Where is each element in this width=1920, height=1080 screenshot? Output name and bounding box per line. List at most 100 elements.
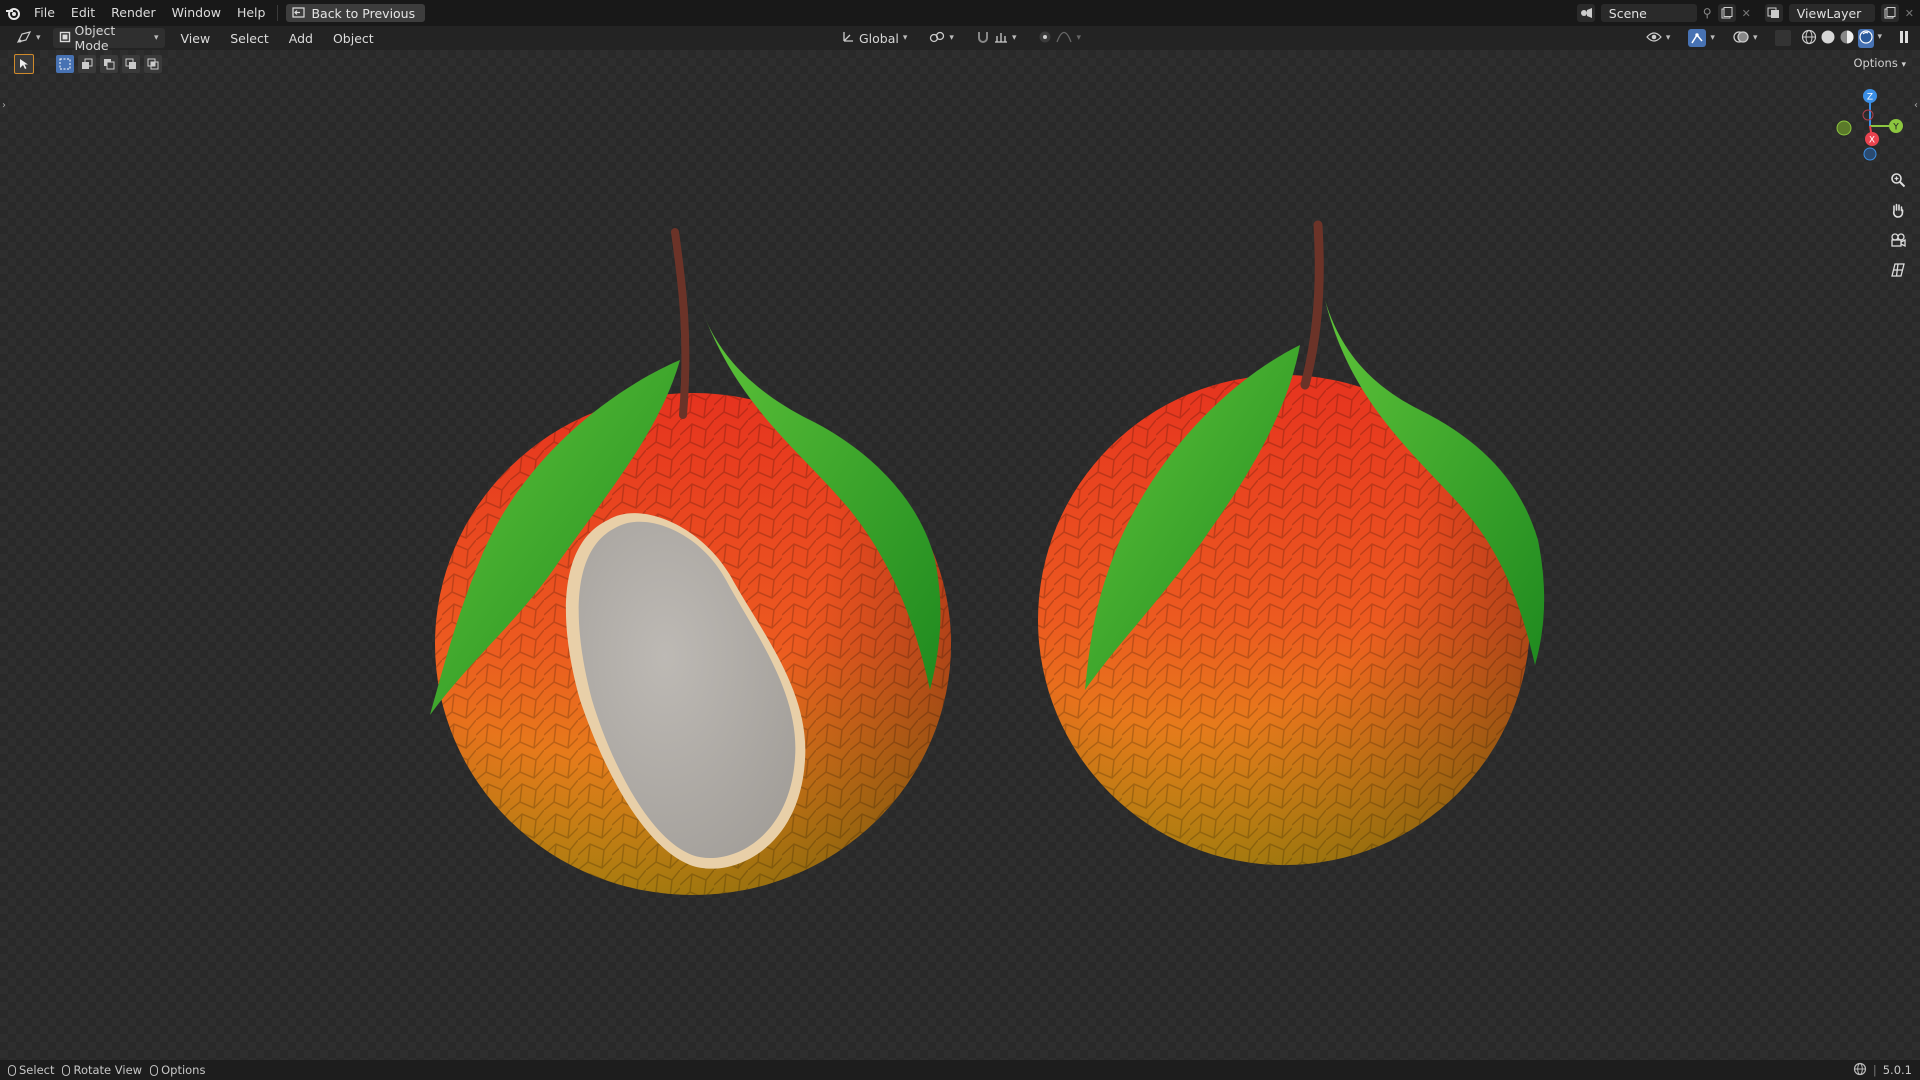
wireframe-shading-icon[interactable] bbox=[1801, 29, 1817, 48]
overlays-icon bbox=[1733, 30, 1749, 47]
chevron-down-icon: ▾ bbox=[1076, 33, 1081, 43]
close-scene-icon[interactable]: ✕ bbox=[1742, 7, 1751, 20]
view-layer-name: ViewLayer bbox=[1796, 5, 1862, 21]
new-scene-icon[interactable] bbox=[1717, 4, 1736, 22]
chevron-down-icon: ▾ bbox=[902, 33, 908, 43]
overlay-toggle[interactable]: ▾ bbox=[1727, 28, 1764, 48]
selection-tools bbox=[14, 54, 162, 74]
viewport-render bbox=[430, 220, 1545, 895]
options-label: Options bbox=[1853, 56, 1898, 70]
scene-selector-icon[interactable] bbox=[1576, 4, 1595, 22]
falloff-icon bbox=[1056, 31, 1073, 46]
status-right: | 5.0.1 bbox=[1853, 1060, 1912, 1080]
editor-type-selector[interactable]: ▾ bbox=[10, 28, 47, 48]
menu-view[interactable]: View bbox=[171, 31, 221, 46]
mouse-middle-icon bbox=[62, 1064, 71, 1076]
camera-view-icon[interactable] bbox=[1888, 230, 1908, 250]
options-dropdown[interactable]: Options ▾ bbox=[1853, 56, 1906, 70]
object-mode-icon bbox=[59, 31, 71, 46]
chevron-down-icon: ▾ bbox=[1752, 33, 1758, 43]
zoom-icon[interactable] bbox=[1888, 170, 1908, 190]
pause-icon[interactable] bbox=[1898, 30, 1910, 47]
navigation-gizmo[interactable]: Z Y X bbox=[1810, 86, 1910, 166]
snap-increment-icon bbox=[994, 30, 1008, 47]
chevron-down-icon: ▾ bbox=[1665, 33, 1671, 43]
status-select: Select bbox=[8, 1063, 54, 1077]
pivot-point-selector[interactable]: ▾ bbox=[923, 28, 960, 48]
sidebar-expand-icon[interactable]: ‹ bbox=[1914, 100, 1918, 111]
chevron-down-icon: ▾ bbox=[1011, 33, 1017, 43]
close-view-layer-icon[interactable]: ✕ bbox=[1905, 7, 1914, 20]
select-tool-icon[interactable] bbox=[14, 54, 34, 74]
top-bar: File Edit Render Window Help Back to Pre… bbox=[0, 0, 1920, 26]
chevron-down-icon: ▾ bbox=[1901, 60, 1906, 70]
snap-selector[interactable]: ▾ bbox=[970, 28, 1023, 48]
viewport-header: ▾ Object Mode ▾ View Select Add Object G… bbox=[0, 23, 1920, 53]
3d-viewport[interactable] bbox=[0, 50, 1920, 1060]
gizmo-y-label: Y bbox=[1892, 123, 1899, 133]
menu-object[interactable]: Object bbox=[323, 31, 384, 46]
proportional-editing-selector[interactable]: ▾ bbox=[1032, 28, 1087, 48]
pivot-icon bbox=[929, 30, 945, 47]
proportional-editing-icon bbox=[1038, 30, 1052, 47]
status-select-label: Select bbox=[19, 1063, 55, 1077]
pin-icon[interactable]: ⚲ bbox=[1703, 6, 1712, 20]
select-subtract-icon[interactable] bbox=[100, 55, 118, 73]
divider bbox=[277, 5, 279, 21]
separator: | bbox=[1872, 1063, 1877, 1077]
select-intersect-icon[interactable] bbox=[144, 55, 162, 73]
back-icon bbox=[292, 6, 306, 21]
gizmo-z-label: Z bbox=[1867, 93, 1873, 103]
status-options: Options bbox=[150, 1063, 205, 1077]
menu-window[interactable]: Window bbox=[164, 0, 229, 26]
xray-toggle-icon[interactable] bbox=[1775, 30, 1792, 46]
chevron-down-icon: ▾ bbox=[154, 33, 159, 43]
viewport-editor-icon bbox=[16, 30, 32, 47]
mode-selector[interactable]: Object Mode ▾ bbox=[52, 23, 165, 53]
status-bar: Select Rotate View Options | 5.0.1 bbox=[0, 1060, 1920, 1080]
menu-add[interactable]: Add bbox=[279, 31, 323, 46]
back-button-label: Back to Previous bbox=[311, 5, 416, 21]
menu-file[interactable]: File bbox=[26, 0, 63, 26]
toolbar-expand-icon[interactable]: › bbox=[2, 100, 6, 111]
mode-label: Object Mode bbox=[74, 23, 116, 53]
view-layer-field[interactable]: ViewLayer bbox=[1788, 4, 1875, 22]
eye-icon bbox=[1646, 31, 1662, 46]
navigation-controls bbox=[1888, 170, 1908, 280]
chevron-down-icon: ▾ bbox=[1710, 33, 1715, 43]
chevron-down-icon: ▾ bbox=[949, 33, 954, 43]
scene-name: Scene bbox=[1608, 5, 1647, 21]
transform-tools: Global ▾ ▾ ▾ ▾ bbox=[835, 26, 1087, 50]
shading-modes: ▾ bbox=[1801, 28, 1882, 48]
transform-orientation-selector[interactable]: Global ▾ bbox=[835, 28, 913, 48]
mouse-left-icon bbox=[8, 1064, 16, 1076]
gizmo-icon bbox=[1688, 29, 1707, 47]
orientation-label: Global bbox=[859, 30, 899, 46]
status-rotate-view: Rotate View bbox=[62, 1063, 142, 1077]
material-preview-shading-icon[interactable] bbox=[1839, 29, 1855, 48]
select-new-icon[interactable] bbox=[56, 55, 74, 73]
visibility-selector[interactable]: ▾ bbox=[1640, 28, 1677, 48]
menu-help[interactable]: Help bbox=[229, 0, 274, 26]
menu-select[interactable]: Select bbox=[220, 31, 279, 46]
status-rotate-label: Rotate View bbox=[73, 1063, 143, 1077]
viewport-display-tools: ▾ ▾ ▾ ▾ bbox=[1640, 26, 1910, 50]
rendered-shading-icon[interactable] bbox=[1858, 28, 1875, 48]
fruit-right bbox=[1038, 220, 1545, 865]
pan-hand-icon[interactable] bbox=[1888, 200, 1908, 220]
scene-name-field[interactable]: Scene bbox=[1600, 4, 1697, 22]
gizmo-toggle[interactable]: ▾ bbox=[1682, 28, 1721, 48]
new-view-layer-icon[interactable] bbox=[1880, 4, 1899, 22]
chevron-down-icon[interactable]: ▾ bbox=[1877, 32, 1882, 48]
select-invert-icon[interactable] bbox=[122, 55, 140, 73]
orthographic-grid-icon[interactable] bbox=[1888, 260, 1908, 280]
solid-shading-icon[interactable] bbox=[1820, 29, 1836, 48]
globe-icon[interactable] bbox=[1853, 1062, 1867, 1079]
view-layer-selector-icon[interactable] bbox=[1764, 4, 1783, 22]
chevron-down-icon: ▾ bbox=[36, 33, 41, 43]
back-to-previous-button[interactable]: Back to Previous bbox=[286, 4, 426, 22]
blender-logo-icon[interactable] bbox=[0, 6, 26, 20]
snap-magnet-icon bbox=[976, 30, 990, 47]
top-right-controls: Scene ⚲ ✕ ViewLayer ✕ bbox=[1576, 0, 1920, 26]
select-extend-icon[interactable] bbox=[78, 55, 96, 73]
